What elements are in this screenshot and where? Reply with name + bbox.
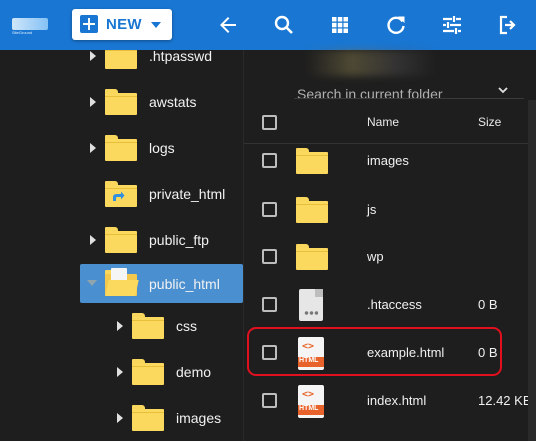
search-bar[interactable]: Search in current folder xyxy=(244,50,536,102)
table-row[interactable]: .htaccess 0 B xyxy=(244,281,536,329)
generic-file-icon xyxy=(299,289,323,321)
folder-tree: .htpasswd awstats logs private_html publ… xyxy=(0,50,243,441)
expand-arrow-icon[interactable] xyxy=(90,51,96,61)
folder-icon xyxy=(296,148,328,174)
scrollbar[interactable] xyxy=(528,100,536,441)
select-all-checkbox[interactable] xyxy=(262,115,277,130)
file-list-pane: Search in current folder Name Size image… xyxy=(243,50,536,441)
tree-item-label: demo xyxy=(176,364,212,380)
search-icon[interactable] xyxy=(272,13,296,37)
plus-icon xyxy=(80,15,98,33)
grid-icon[interactable] xyxy=(328,13,352,37)
file-name: index.html xyxy=(367,393,427,408)
tree-item-images[interactable]: images xyxy=(0,399,243,439)
sliders-icon[interactable] xyxy=(440,13,464,37)
row-checkbox[interactable] xyxy=(262,153,277,168)
expand-arrow-icon[interactable] xyxy=(117,321,123,331)
logo-text: SiteGround xyxy=(12,30,33,35)
file-name: wp xyxy=(367,249,384,264)
row-checkbox[interactable] xyxy=(262,297,277,312)
tree-item-logs[interactable]: logs xyxy=(0,129,243,169)
tree-item-label: public_html xyxy=(149,276,220,292)
table-row[interactable]: js xyxy=(244,186,536,234)
expand-arrow-icon[interactable] xyxy=(90,97,96,107)
file-size: 12.42 KB xyxy=(478,393,532,408)
table-row[interactable]: <> HTML index.html 12.42 KB xyxy=(244,377,536,425)
chevron-down-icon[interactable] xyxy=(497,84,509,96)
file-name: js xyxy=(367,202,377,217)
new-button-label: NEW xyxy=(106,16,142,33)
tree-item-public-ftp[interactable]: public_ftp xyxy=(0,221,243,261)
html-file-icon: <> HTML xyxy=(298,385,324,418)
tree-item-label: .htpasswd xyxy=(149,50,213,64)
folder-icon xyxy=(105,135,137,161)
tree-item-label: logs xyxy=(149,140,175,156)
open-folder-icon xyxy=(105,268,139,296)
tree-item-awstats[interactable]: awstats xyxy=(0,83,243,123)
top-toolbar: SiteGround NEW xyxy=(0,0,536,50)
folder-icon xyxy=(296,197,328,223)
file-name: images xyxy=(367,153,409,168)
tree-item-css[interactable]: css xyxy=(0,307,243,347)
expand-arrow-icon[interactable] xyxy=(117,413,123,423)
annotation-highlight-box xyxy=(247,327,502,376)
file-name: .htaccess xyxy=(367,297,422,312)
logo-mark xyxy=(12,18,48,30)
folder-icon xyxy=(105,89,137,115)
tree-item-label: private_html xyxy=(149,186,226,202)
new-button[interactable]: NEW xyxy=(72,9,172,40)
search-underline xyxy=(294,98,524,99)
row-checkbox[interactable] xyxy=(262,393,277,408)
table-row[interactable]: wp xyxy=(244,233,536,281)
caret-down-icon[interactable] xyxy=(151,22,161,28)
siteground-logo: SiteGround xyxy=(12,16,48,35)
folder-icon xyxy=(132,313,164,339)
folder-icon xyxy=(105,227,137,253)
expand-arrow-icon[interactable] xyxy=(117,367,123,377)
folder-shortcut-icon xyxy=(105,181,137,207)
folder-icon xyxy=(132,359,164,385)
expand-arrow-icon[interactable] xyxy=(90,143,96,153)
file-size: 0 B xyxy=(478,297,498,312)
folder-icon xyxy=(296,244,328,270)
row-checkbox[interactable] xyxy=(262,202,277,217)
folder-icon xyxy=(132,405,164,431)
tree-item-label: images xyxy=(176,410,222,426)
tree-item-demo[interactable]: demo xyxy=(0,353,243,393)
tree-item-label: public_ftp xyxy=(149,232,209,248)
tree-item-public-html[interactable]: public_html xyxy=(80,264,243,304)
refresh-icon[interactable] xyxy=(384,13,408,37)
blurred-tooltip xyxy=(306,50,436,76)
column-header-size[interactable]: Size xyxy=(478,115,501,129)
column-header-name[interactable]: Name xyxy=(367,115,399,129)
tree-item-htpasswd[interactable]: .htpasswd xyxy=(0,50,243,77)
table-row[interactable]: images xyxy=(244,137,536,185)
tree-item-private-html[interactable]: private_html xyxy=(0,175,243,215)
arrow-left-icon[interactable] xyxy=(216,13,240,37)
row-checkbox[interactable] xyxy=(262,249,277,264)
expand-arrow-icon[interactable] xyxy=(90,235,96,245)
folder-icon xyxy=(105,50,137,69)
tree-item-label: awstats xyxy=(149,94,197,110)
collapse-arrow-icon[interactable] xyxy=(87,280,97,286)
logout-icon[interactable] xyxy=(496,13,520,37)
tree-item-label: css xyxy=(176,318,197,334)
